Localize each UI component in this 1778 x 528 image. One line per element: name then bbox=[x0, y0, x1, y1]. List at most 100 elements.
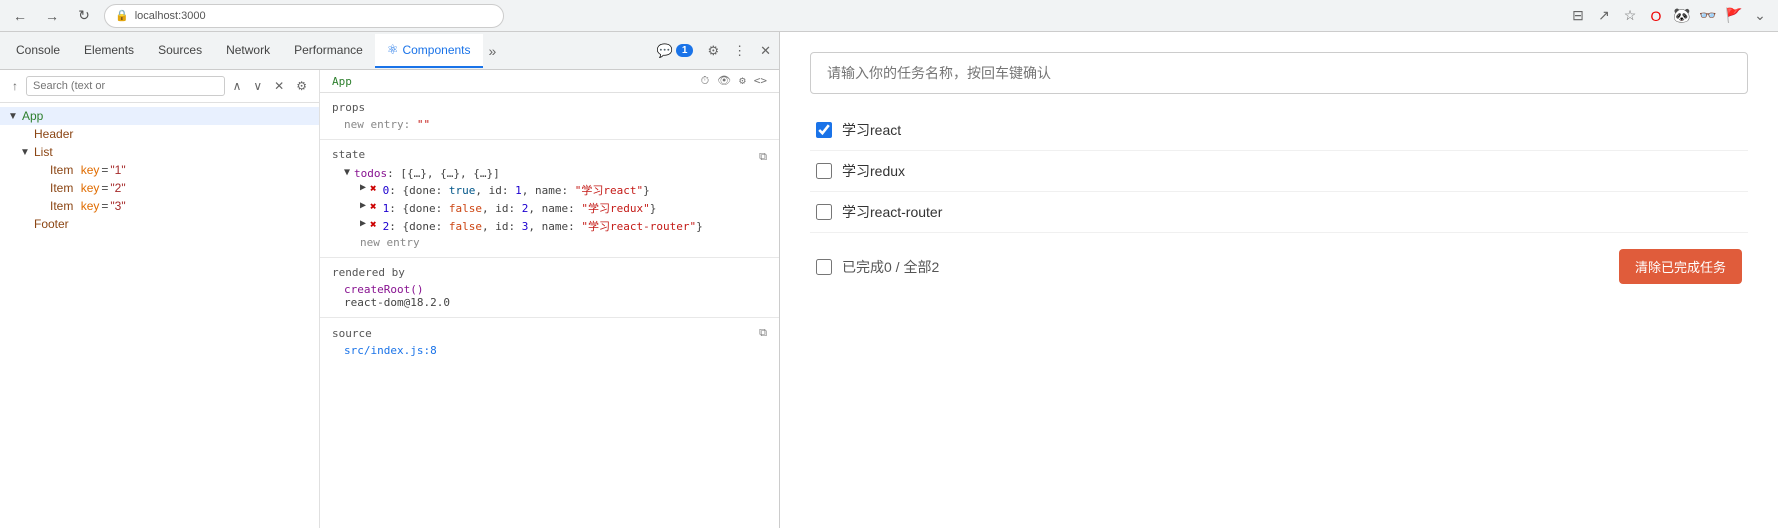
todo-0-toggle-icon[interactable]: ▶ bbox=[360, 182, 366, 193]
rendered-by-section: rendered by createRoot() react-dom@18.2.… bbox=[320, 258, 779, 318]
state-todo-2: ▶ ✖ 2: {done: false, id: 3, name: "学习rea… bbox=[344, 218, 767, 234]
tab-elements[interactable]: Elements bbox=[72, 35, 146, 67]
extension2-icon[interactable]: 👓 bbox=[1698, 6, 1718, 26]
task-name-1: 学习react bbox=[842, 120, 901, 140]
toggle-icon: ▼ bbox=[20, 147, 32, 158]
state-section-header: state ⧉ bbox=[332, 148, 767, 165]
source-file-link[interactable]: src/index.js:8 bbox=[332, 344, 767, 357]
opera-icon[interactable]: O bbox=[1646, 6, 1666, 26]
cast-icon[interactable]: ⊟ bbox=[1568, 6, 1588, 26]
settings-icon[interactable]: ⚙ bbox=[703, 39, 723, 63]
todo-1-error-icon: ✖ bbox=[370, 200, 377, 213]
source-header: source ⧉ bbox=[332, 326, 767, 340]
todos-toggle-icon[interactable]: ▼ bbox=[344, 167, 350, 178]
devtools-body: ↑ ∧ ∨ ✕ ⚙ ▼ App Header bbox=[0, 70, 779, 528]
props-section: props new entry: "" bbox=[320, 93, 779, 140]
component-tree: ↑ ∧ ∨ ✕ ⚙ ▼ App Header bbox=[0, 70, 320, 528]
refresh-button[interactable]: ↻ bbox=[72, 4, 96, 28]
props-settings-icon[interactable]: ⚙ bbox=[739, 74, 746, 88]
task-item-3: 学习react-router bbox=[810, 192, 1748, 233]
rendered-by-reactdom: react-dom@18.2.0 bbox=[332, 296, 767, 309]
tab-console[interactable]: Console bbox=[4, 35, 72, 67]
app-panel: 学习react 学习redux 学习react-router 已完成0 / 全部… bbox=[780, 32, 1778, 528]
task-footer-left: 已完成0 / 全部2 bbox=[816, 257, 939, 277]
tab-components[interactable]: ⚛ Components bbox=[375, 34, 483, 68]
devtools-tabs: Console Elements Sources Network Perform… bbox=[0, 32, 779, 70]
state-content: ▼ todos: [{…}, {…}, {…}] ▶ ✖ 0: {done: t… bbox=[332, 167, 767, 249]
state-new-entry: new entry bbox=[344, 236, 767, 249]
state-todos-item: ▼ todos: [{…}, {…}, {…}] bbox=[344, 167, 767, 180]
extension1-icon[interactable]: 🐼 bbox=[1672, 6, 1692, 26]
task-checkbox-3[interactable] bbox=[816, 204, 832, 220]
tab-sources[interactable]: Sources bbox=[146, 35, 214, 67]
tree-settings-button[interactable]: ⚙ bbox=[292, 77, 311, 95]
source-link-icon[interactable]: <> bbox=[754, 74, 767, 88]
component-name-item: Item bbox=[50, 181, 73, 195]
clear-completed-button[interactable]: 清除已完成任务 bbox=[1619, 249, 1742, 284]
state-section: state ⧉ ▼ todos: [{…}, {…}, {…}] ▶ ✖ bbox=[320, 140, 779, 258]
share-icon[interactable]: ↗ bbox=[1594, 6, 1614, 26]
tree-next-button[interactable]: ∨ bbox=[249, 77, 266, 95]
todo-0-error-icon: ✖ bbox=[370, 182, 377, 195]
back-button[interactable]: ← bbox=[8, 4, 32, 28]
task-input[interactable] bbox=[810, 52, 1748, 94]
tree-item-list[interactable]: ▼ List bbox=[0, 143, 319, 161]
tree-toolbar: ↑ ∧ ∨ ✕ ⚙ bbox=[0, 70, 319, 103]
bookmark-icon[interactable]: ☆ bbox=[1620, 6, 1640, 26]
props-panel: App ⏱ 👁 ⚙ <> props new entry: "" bbox=[320, 70, 779, 528]
forward-button[interactable]: → bbox=[40, 4, 64, 28]
component-name-footer: Footer bbox=[34, 217, 69, 231]
main-container: Console Elements Sources Network Perform… bbox=[0, 32, 1778, 528]
component-name-header: Header bbox=[34, 127, 73, 141]
props-label: props bbox=[332, 101, 767, 114]
url-text: localhost:3000 bbox=[135, 10, 206, 22]
todo-2-error-icon: ✖ bbox=[370, 218, 377, 231]
tree-close-search-button[interactable]: ✕ bbox=[270, 77, 288, 95]
chevron-down-icon[interactable]: ⌄ bbox=[1750, 6, 1770, 26]
component-name-item: Item bbox=[50, 163, 73, 177]
browser-actions: ⊟ ↗ ☆ O 🐼 👓 🚩 ⌄ bbox=[1568, 6, 1770, 26]
tab-performance[interactable]: Performance bbox=[282, 35, 375, 67]
copy-state-icon[interactable]: ⧉ bbox=[759, 150, 767, 164]
task-name-2: 学习redux bbox=[842, 161, 905, 181]
tree-item-header[interactable]: Header bbox=[0, 125, 319, 143]
tab-badge-button[interactable]: 💬 1 bbox=[653, 39, 698, 63]
eye-icon[interactable]: 👁 bbox=[717, 74, 731, 88]
tree-item-app[interactable]: ▼ App bbox=[0, 107, 319, 125]
select-all-checkbox[interactable] bbox=[816, 259, 832, 275]
task-stats: 已完成0 / 全部2 bbox=[842, 257, 939, 277]
tree-item-item2[interactable]: Item key = "2" bbox=[0, 179, 319, 197]
task-footer: 已完成0 / 全部2 清除已完成任务 bbox=[810, 237, 1748, 296]
source-section: source ⧉ src/index.js:8 bbox=[320, 318, 779, 365]
props-new-entry: new entry: "" bbox=[332, 118, 767, 131]
copy-source-icon[interactable]: ⧉ bbox=[759, 326, 767, 340]
task-checkbox-2[interactable] bbox=[816, 163, 832, 179]
task-checkbox-1[interactable] bbox=[816, 122, 832, 138]
tree-item-footer[interactable]: Footer bbox=[0, 215, 319, 233]
browser-chrome: ← → ↻ 🔒 localhost:3000 ⊟ ↗ ☆ O 🐼 👓 🚩 ⌄ bbox=[0, 0, 1778, 32]
tree-item-item3[interactable]: Item key = "3" bbox=[0, 197, 319, 215]
more-options-icon[interactable]: ⋮ bbox=[729, 39, 750, 63]
todo-1-toggle-icon[interactable]: ▶ bbox=[360, 200, 366, 211]
todo-2-toggle-icon[interactable]: ▶ bbox=[360, 218, 366, 229]
rendered-by-createroot: createRoot() bbox=[332, 283, 767, 296]
timer-icon[interactable]: ⏱ bbox=[701, 74, 710, 88]
more-tabs-button[interactable]: » bbox=[483, 39, 503, 63]
tree-prev-button[interactable]: ∧ bbox=[229, 77, 246, 95]
source-label: source bbox=[332, 327, 372, 340]
task-name-3: 学习react-router bbox=[842, 202, 942, 222]
devtools-panel: Console Elements Sources Network Perform… bbox=[0, 32, 780, 528]
flag-icon[interactable]: 🚩 bbox=[1724, 6, 1744, 26]
tree-navigate-up-icon[interactable]: ↑ bbox=[8, 77, 22, 95]
address-bar: 🔒 localhost:3000 bbox=[104, 4, 504, 28]
task-item-1: 学习react bbox=[810, 110, 1748, 151]
tree-items: ▼ App Header ▼ List bbox=[0, 103, 319, 237]
state-todo-1: ▶ ✖ 1: {done: false, id: 2, name: "学习red… bbox=[344, 200, 767, 216]
close-devtools-icon[interactable]: ✕ bbox=[756, 39, 775, 63]
tree-item-item1[interactable]: Item key = "1" bbox=[0, 161, 319, 179]
component-name-item: Item bbox=[50, 199, 73, 213]
state-todo-0: ▶ ✖ 0: {done: true, id: 1, name: "学习reac… bbox=[344, 182, 767, 198]
tab-network[interactable]: Network bbox=[214, 35, 282, 67]
tree-search-input[interactable] bbox=[26, 76, 225, 96]
toggle-icon: ▼ bbox=[8, 111, 20, 122]
